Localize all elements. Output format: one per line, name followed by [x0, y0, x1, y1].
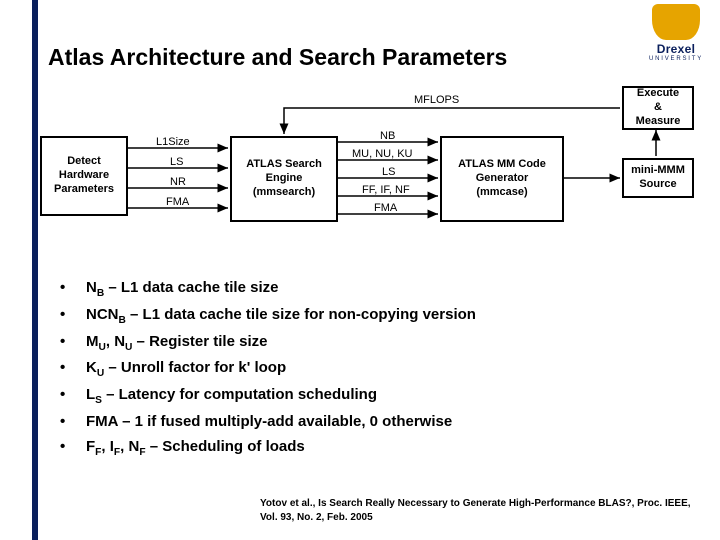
box-code-generator: ATLAS MM CodeGenerator(mmcase): [440, 136, 564, 222]
edge-fma: FMA: [166, 196, 189, 208]
architecture-diagram: DetectHardwareParameters ATLAS SearchEng…: [20, 84, 708, 244]
edge-mflops: MFLOPS: [414, 94, 459, 106]
edge-ls: LS: [170, 156, 183, 168]
bullet-item-5: FMA – 1 if fused multiply-add available,…: [60, 410, 660, 435]
bullet-item-1: NCNB – L1 data cache tile size for non-c…: [60, 303, 660, 330]
slide-title: Atlas Architecture and Search Parameters: [48, 44, 507, 71]
edge-fma2: FMA: [374, 202, 397, 214]
bullet-item-3: KU – Unroll factor for k' loop: [60, 356, 660, 383]
box-search-engine: ATLAS SearchEngine(mmsearch): [230, 136, 338, 222]
edge-ffifnf: FF, IF, NF: [362, 184, 410, 196]
brand-name: Drexel: [642, 42, 710, 56]
brand-sub: UNIVERSITY: [642, 56, 710, 62]
edge-nb: NB: [380, 130, 395, 142]
box-execute-measure: Execute&Measure: [622, 86, 694, 130]
bullet-item-2: MU, NU – Register tile size: [60, 330, 660, 357]
brand-logo: Drexel UNIVERSITY: [642, 4, 710, 62]
bullet-item-6: FF, IF, NF – Scheduling of loads: [60, 435, 660, 462]
edge-l1size: L1Size: [156, 136, 190, 148]
parameter-list: NB – L1 data cache tile sizeNCNB – L1 da…: [60, 276, 660, 462]
box-mmm-source: mini-MMMSource: [622, 158, 694, 198]
dragon-icon: [652, 4, 700, 40]
box-detect-hw: DetectHardwareParameters: [40, 136, 128, 216]
left-accent-bar: [32, 0, 38, 540]
edge-nr: NR: [170, 176, 186, 188]
bullet-item-4: LS – Latency for computation scheduling: [60, 383, 660, 410]
citation: Yotov et al., Is Search Really Necessary…: [260, 497, 700, 524]
edge-munu: MU, NU, KU: [352, 148, 413, 160]
bullet-item-0: NB – L1 data cache tile size: [60, 276, 660, 303]
edge-ls2: LS: [382, 166, 395, 178]
